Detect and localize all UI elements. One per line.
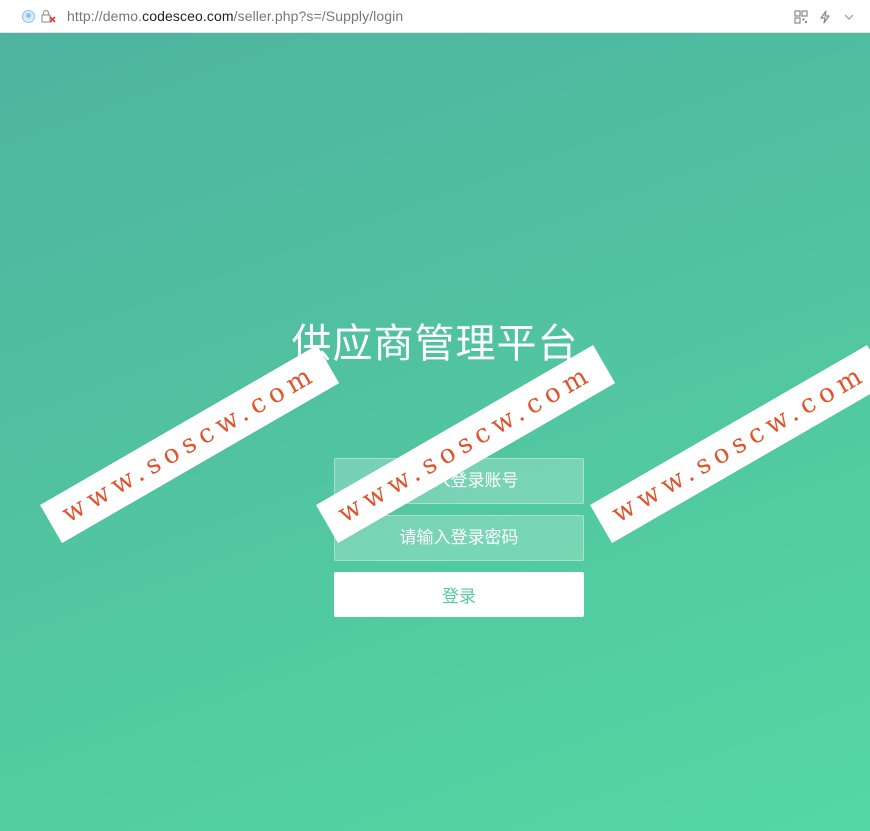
- watermark-ribbon: www.soscw.com: [316, 345, 616, 544]
- globe-icon: [22, 9, 35, 23]
- watermark-ribbon: www.soscw.com: [590, 345, 870, 544]
- url-path: /seller.php?s=/Supply/login: [233, 8, 404, 24]
- url-domain: codesceo.com: [142, 8, 234, 24]
- url-prefix: http://demo.: [67, 8, 143, 24]
- lightning-icon[interactable]: [818, 9, 832, 24]
- page-title: 供应商管理平台: [291, 321, 579, 367]
- browser-address-bar: http://demo.codesceo.com/seller.php?s=/S…: [0, 0, 870, 33]
- login-background: 供应商管理平台 登录 www.soscw.com www.soscw.com w…: [0, 33, 870, 831]
- url-field[interactable]: http://demo.codesceo.com/seller.php?s=/S…: [67, 8, 403, 24]
- chevron-down-icon[interactable]: [842, 10, 856, 24]
- watermark-ribbon: www.soscw.com: [40, 345, 340, 544]
- watermark-text: www.soscw.com: [56, 358, 323, 530]
- login-button[interactable]: 登录: [334, 572, 584, 617]
- insecure-lock-icon[interactable]: [41, 8, 57, 24]
- qr-code-icon[interactable]: [794, 9, 808, 24]
- watermark-text: www.soscw.com: [606, 358, 870, 530]
